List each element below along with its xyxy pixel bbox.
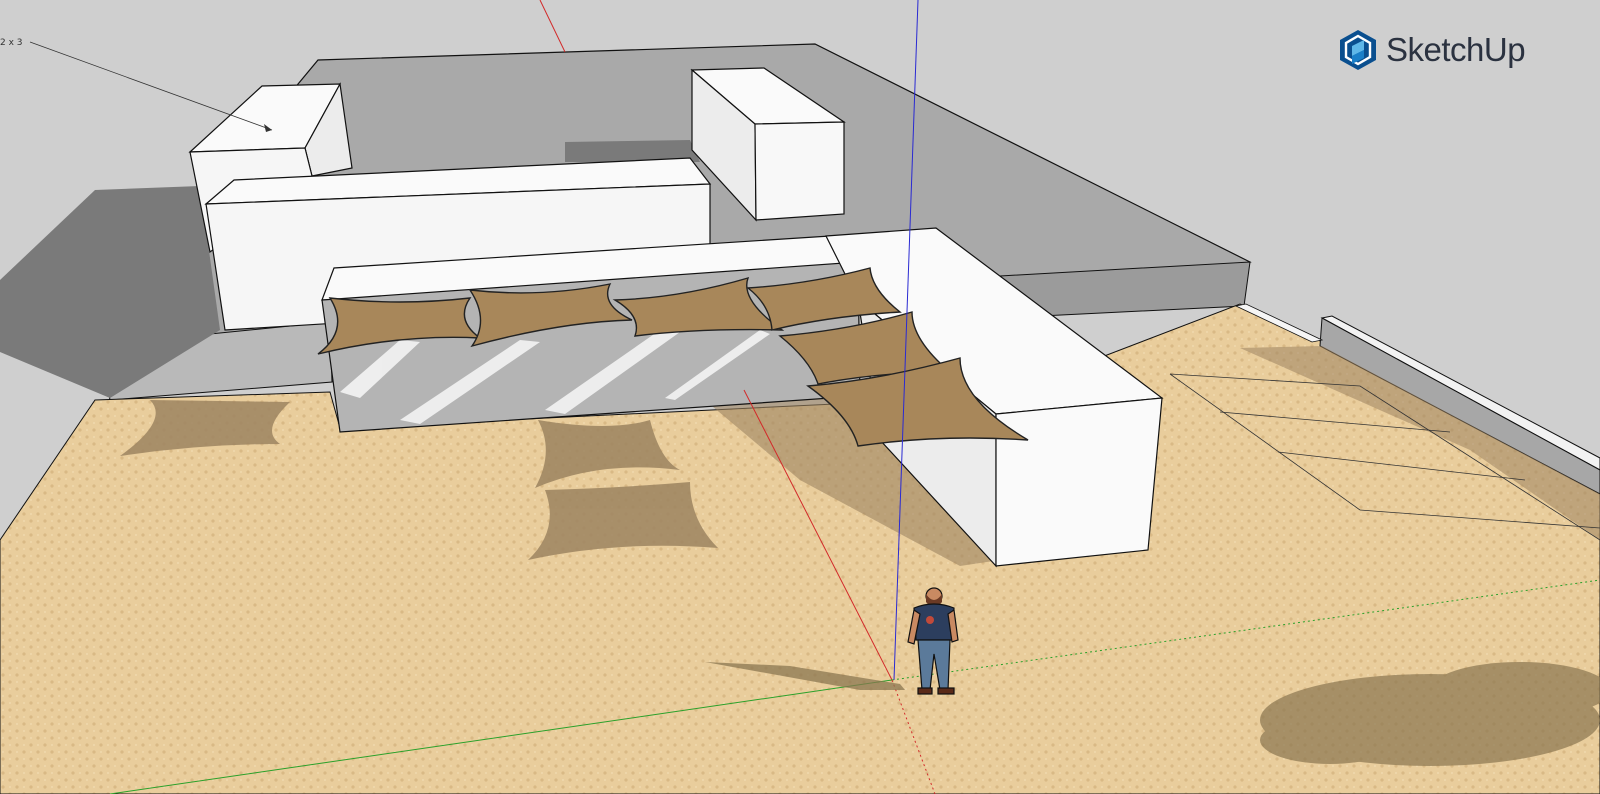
sketchup-viewport[interactable]: 2 x 3 SketchUp <box>0 0 1600 794</box>
3d-scene[interactable] <box>0 0 1600 794</box>
sketchup-logo-icon <box>1340 30 1376 70</box>
sketchup-logo: SketchUp <box>1338 28 1526 72</box>
dimension-label[interactable]: 2 x 3 <box>0 38 23 48</box>
sketchup-logo-text: SketchUp <box>1386 31 1526 68</box>
